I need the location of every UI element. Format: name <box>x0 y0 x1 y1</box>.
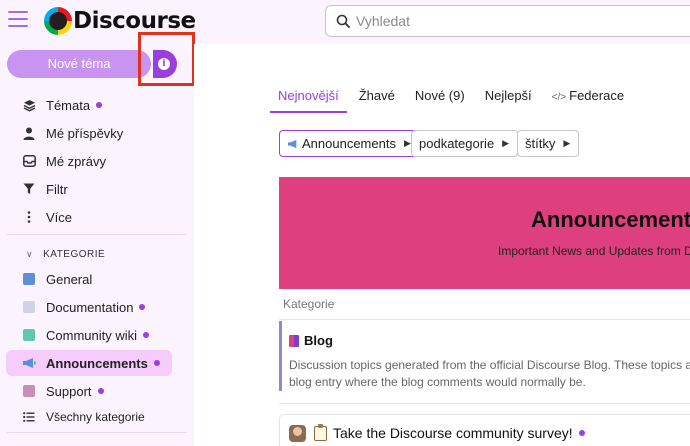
description-line: blog entry where the blog comments would… <box>289 375 586 389</box>
category-badge-icon <box>289 334 299 347</box>
sidebar-item-my-posts[interactable]: Mé příspěvky <box>6 120 172 146</box>
federation-icon: </> <box>551 92 567 103</box>
unread-indicator <box>578 430 585 436</box>
new-topic-button[interactable]: Nové téma <box>7 50 151 78</box>
caret-right-icon: ▶ <box>502 138 510 148</box>
sidebar-divider <box>7 432 187 433</box>
subcategory-filter-dropdown[interactable]: podkategorie ▶ <box>411 130 519 157</box>
filter-label: Announcements <box>302 136 396 151</box>
sidebar-item-label: Community wiki <box>46 327 138 343</box>
sidebar-divider <box>7 234 187 235</box>
more-vertical-icon <box>22 210 36 224</box>
unread-indicator <box>96 102 103 108</box>
category-title[interactable]: Blog <box>289 333 333 348</box>
megaphone-icon <box>288 139 297 148</box>
sidebar: Nové téma i Témata Mé příspěvky Mé zpráv… <box>0 32 195 446</box>
filter-label: podkategorie <box>419 136 495 151</box>
layers-icon <box>22 98 36 112</box>
section-title: KATEGORIE <box>43 249 106 260</box>
category-column-header: Kategorie <box>283 297 335 311</box>
user-icon <box>22 126 36 140</box>
chevron-down-icon: ∨ <box>26 249 34 259</box>
filter-label: štítky <box>525 136 556 151</box>
megaphone-icon <box>22 356 36 370</box>
tab-new[interactable]: Nové (9) <box>415 88 465 113</box>
tab-top[interactable]: Nejlepší <box>485 88 532 113</box>
caret-right-icon: ▶ <box>403 138 411 148</box>
sidebar-item-label: Documentation <box>46 299 134 315</box>
avatar[interactable] <box>289 425 306 442</box>
main-content: Nejnovější Žhavé Nové (9) Nejlepší </> Fe… <box>194 44 690 446</box>
sidebar-item-label: Mé zprávy <box>46 153 106 169</box>
sidebar-item-label: Mé příspěvky <box>46 125 124 141</box>
category-badge-icon <box>23 301 35 313</box>
table-divider <box>279 319 690 320</box>
tab-latest[interactable]: Nejnovější <box>270 88 347 113</box>
highlight-annotation <box>138 32 195 86</box>
search-placeholder: Vyhledat <box>356 13 410 29</box>
tab-label: Federace <box>569 88 625 103</box>
inbox-icon <box>22 154 36 168</box>
sidebar-all-categories[interactable]: Všechny kategorie <box>6 404 172 430</box>
table-divider <box>279 403 690 404</box>
category-description: Discussion topics generated from the off… <box>289 357 690 391</box>
clipboard-icon <box>314 423 327 441</box>
sidebar-item-filter[interactable]: Filtr <box>6 176 172 202</box>
categories-section-toggle[interactable]: ∨ KATEGORIE <box>26 249 105 260</box>
hamburger-menu-icon[interactable] <box>8 11 28 29</box>
sidebar-item-label: Více <box>46 209 73 225</box>
topic-list-tabs: Nejnovější Žhavé Nové (9) Nejlepší </> Fe… <box>270 88 644 113</box>
sidebar-item-more[interactable]: Více <box>6 204 172 230</box>
category-row-blog[interactable]: Blog Discussion topics generated from th… <box>279 321 690 391</box>
category-filter-dropdown[interactable]: Announcements ▶ <box>279 130 420 157</box>
category-name: Blog <box>304 333 333 348</box>
list-icon <box>22 410 36 424</box>
category-badge-icon <box>23 273 35 285</box>
caret-right-icon: ▶ <box>563 138 571 148</box>
category-badge-icon <box>23 385 35 397</box>
sidebar-item-label: Témata <box>46 97 91 113</box>
sidebar-category-documentation[interactable]: Documentation <box>6 294 172 320</box>
discourse-logo-icon <box>44 7 72 35</box>
search-icon <box>336 14 350 28</box>
banner-title: Announcement <box>531 207 690 232</box>
topic-row-survey[interactable]: Take the Discourse community survey! <box>279 414 690 446</box>
sidebar-item-label: Všechny kategorie <box>46 410 145 424</box>
tab-hot[interactable]: Žhavé <box>359 88 395 113</box>
sidebar-item-label: General <box>46 271 93 287</box>
sidebar-category-general[interactable]: General <box>6 266 172 292</box>
topic-title-link[interactable]: Take the Discourse community survey! <box>314 423 585 441</box>
category-badge-icon <box>23 329 35 341</box>
unread-indicator <box>97 388 104 394</box>
search-input[interactable]: Vyhledat <box>325 5 690 37</box>
topic-title: Take the Discourse community survey! <box>333 425 573 441</box>
sidebar-category-support[interactable]: Support <box>6 378 172 404</box>
logo-text: Discourse <box>73 8 196 34</box>
banner-subtitle: Important News and Updates from D <box>498 244 690 258</box>
tab-federation[interactable]: </> Federace <box>552 88 624 113</box>
sidebar-item-topics[interactable]: Témata <box>6 92 172 118</box>
unread-indicator <box>153 360 160 366</box>
site-header: Discourse Vyhledat <box>0 0 690 44</box>
category-banner: Announcement Important News and Updates … <box>279 177 690 289</box>
unread-indicator <box>143 332 150 338</box>
sidebar-item-my-messages[interactable]: Mé zprávy <box>6 148 172 174</box>
sidebar-item-label: Support <box>46 383 92 399</box>
filter-icon <box>22 182 36 196</box>
tags-filter-dropdown[interactable]: štítky ▶ <box>517 130 580 157</box>
sidebar-category-announcements[interactable]: Announcements <box>6 350 172 376</box>
description-line: Discussion topics generated from the off… <box>289 358 690 372</box>
sidebar-category-community-wiki[interactable]: Community wiki <box>6 322 172 348</box>
sidebar-item-label: Announcements <box>46 355 148 371</box>
sidebar-item-label: Filtr <box>46 181 68 197</box>
unread-indicator <box>139 304 146 310</box>
